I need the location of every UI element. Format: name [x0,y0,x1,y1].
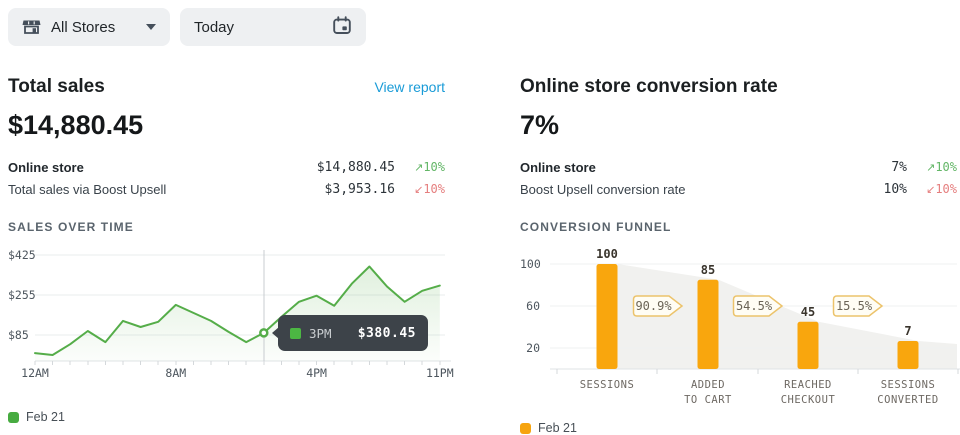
arrow-down-icon: ↙ [926,183,935,196]
conversion-funnel-chart[interactable]: 100 60 20 100 SESSIONS 85 ADDED TO CART 45 REACH… [520,244,957,409]
y-axis-label: $85 [8,328,29,342]
legend-label: Feb 21 [538,421,577,435]
store-picker-label: All Stores [51,19,115,36]
funnel-category-label: SESSIONS CONVERTED [860,378,956,408]
conversion-rate-value: 7% [520,110,957,140]
bar-value-label: 85 [686,263,730,277]
bar-value-label: 7 [886,324,930,338]
tooltip-series-swatch [290,328,301,339]
date-picker-button[interactable]: Today [180,8,366,46]
legend-swatch-green [8,412,19,423]
x-axis-label: 12AM [9,366,61,380]
date-picker-label: Today [194,19,234,36]
sales-line-plot [8,244,468,384]
funnel-bar[interactable] [597,264,618,369]
total-sales-value: $14,880.45 [8,110,445,140]
conversion-rate-value: 90.9% [632,295,676,317]
y-axis-label: 100 [520,257,540,271]
card-title: Total sales [8,76,105,98]
chevron-down-icon [146,24,156,30]
bar-value-label: 45 [786,305,830,319]
conversion-rate-card: Online store conversion rate 7% Online s… [520,76,957,435]
trend-badge: ↙10% [907,182,957,196]
store-icon [22,18,41,36]
funnel-category-label: REACHED CHECKOUT [760,378,856,408]
funnel-bar[interactable] [898,341,919,369]
legend-swatch-orange [520,423,531,434]
metric-row: Online store $14,880.45 ↗10% [8,156,445,178]
conversion-rate-badge: 15.5% [832,295,884,317]
store-picker-button[interactable]: All Stores [8,8,170,46]
trend-badge: ↗10% [907,160,957,174]
y-axis-label: $425 [8,248,36,262]
metric-label: Online store [520,160,596,175]
card-title: Online store conversion rate [520,76,778,98]
section-title: CONVERSION FUNNEL [520,220,957,236]
x-axis-label: 4PM [291,366,343,380]
tooltip-time: 3PM [309,326,332,341]
metric-row: Boost Upsell conversion rate 10% ↙10% [520,178,957,200]
funnel-bar[interactable] [698,280,719,369]
conversion-metrics: Online store 7% ↗10% Boost Upsell conver… [520,156,957,200]
y-axis-label: $255 [8,288,36,302]
view-report-link[interactable]: View report [374,79,445,95]
conversion-rate-value: 54.5% [732,295,776,317]
metric-value: $3,953.16 [325,182,395,197]
metric-label: Boost Upsell conversion rate [520,182,685,197]
sales-over-time-chart[interactable]: 3PM $380.45 $425$255$8512AM8AM4PM11PM [8,244,445,384]
legend: Feb 21 [520,421,957,435]
metric-row: Total sales via Boost Upsell $3,953.16 ↙… [8,178,445,200]
funnel-category-label: SESSIONS [559,378,655,393]
funnel-category-label: ADDED TO CART [660,378,756,408]
metric-row: Online store 7% ↗10% [520,156,957,178]
legend: Feb 21 [8,410,445,424]
sales-metrics: Online store $14,880.45 ↗10% Total sales… [8,156,445,200]
arrow-up-icon: ↗ [926,161,935,174]
metric-value: 10% [884,182,907,197]
conversion-rate-value: 15.5% [832,295,876,317]
y-axis-label: 20 [520,341,540,355]
chart-tooltip: 3PM $380.45 [278,315,428,351]
conversion-rate-badge: 54.5% [732,295,784,317]
arrow-up-icon: ↗ [414,161,423,174]
funnel-bar[interactable] [798,322,819,369]
x-axis-label: 8AM [150,366,202,380]
arrow-down-icon: ↙ [414,183,423,196]
metric-value: 7% [891,160,907,175]
tooltip-value: $380.45 [358,326,416,341]
conversion-rate-badge: 90.9% [632,295,684,317]
trend-badge: ↗10% [395,160,445,174]
trend-badge: ↙10% [395,182,445,196]
total-sales-card: Total sales View report $14,880.45 Onlin… [8,76,445,424]
bar-value-label: 100 [585,247,629,261]
calendar-icon [332,16,352,39]
y-axis-label: 60 [520,299,540,313]
section-title: SALES OVER TIME [8,220,445,236]
x-axis-label: 11PM [414,366,466,380]
metric-label: Total sales via Boost Upsell [8,182,166,197]
metric-value: $14,880.45 [317,160,395,175]
metric-label: Online store [8,160,84,175]
legend-label: Feb 21 [26,410,65,424]
